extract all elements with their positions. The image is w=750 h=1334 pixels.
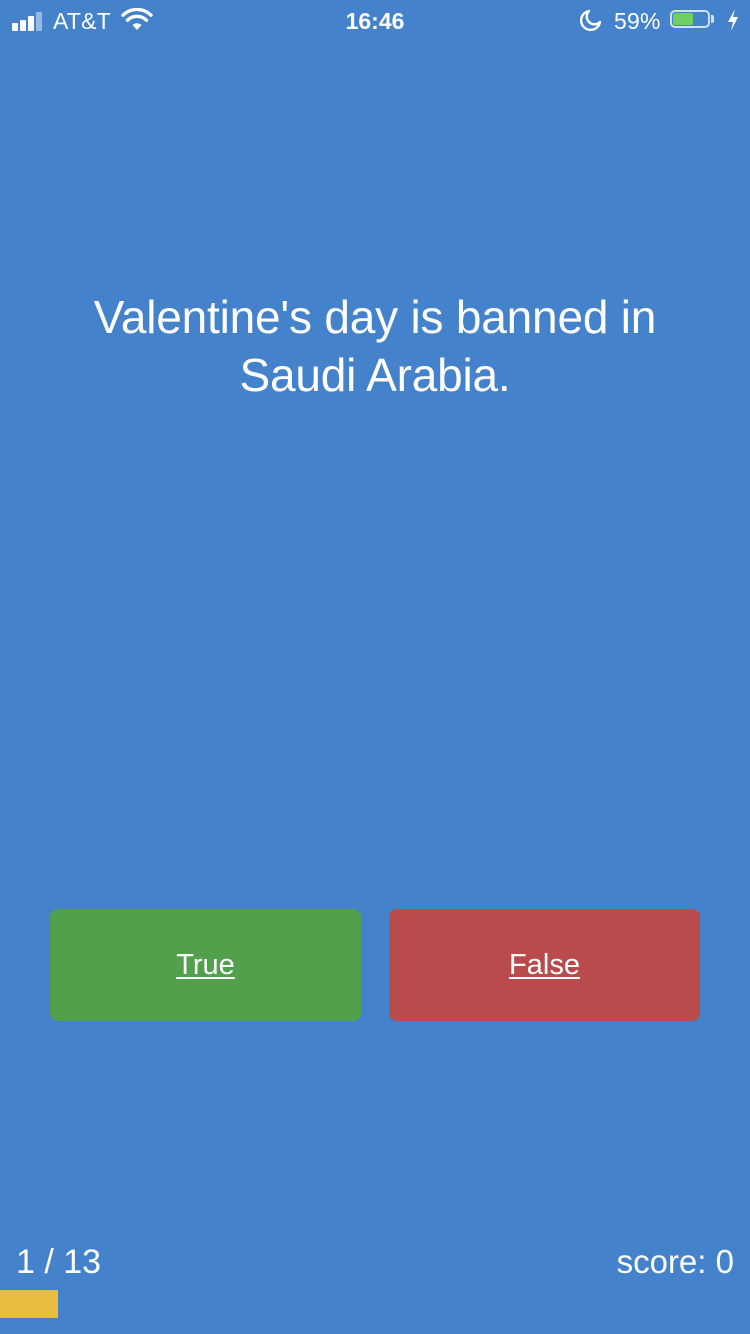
- score-label: score:: [616, 1243, 707, 1280]
- battery-icon: [670, 10, 714, 30]
- true-button[interactable]: True: [50, 909, 361, 1021]
- false-button[interactable]: False: [389, 909, 700, 1021]
- true-button-label: True: [176, 949, 235, 981]
- question-text: Valentine's day is banned in Saudi Arabi…: [93, 291, 657, 401]
- moon-icon: [580, 9, 602, 31]
- progress-bar-fill: [0, 1290, 58, 1318]
- battery-percent: 59%: [614, 8, 661, 34]
- status-bar: AT&T 16:46 59%: [0, 0, 750, 40]
- question-counter: 1 / 13: [16, 1243, 102, 1281]
- score-display: score: 0: [617, 1242, 734, 1282]
- battery-level: [673, 13, 693, 25]
- charging-bolt-icon: [728, 9, 738, 31]
- false-button-label: False: [509, 949, 580, 981]
- progress-bar: [0, 1290, 750, 1318]
- score-value: 0: [715, 1243, 734, 1280]
